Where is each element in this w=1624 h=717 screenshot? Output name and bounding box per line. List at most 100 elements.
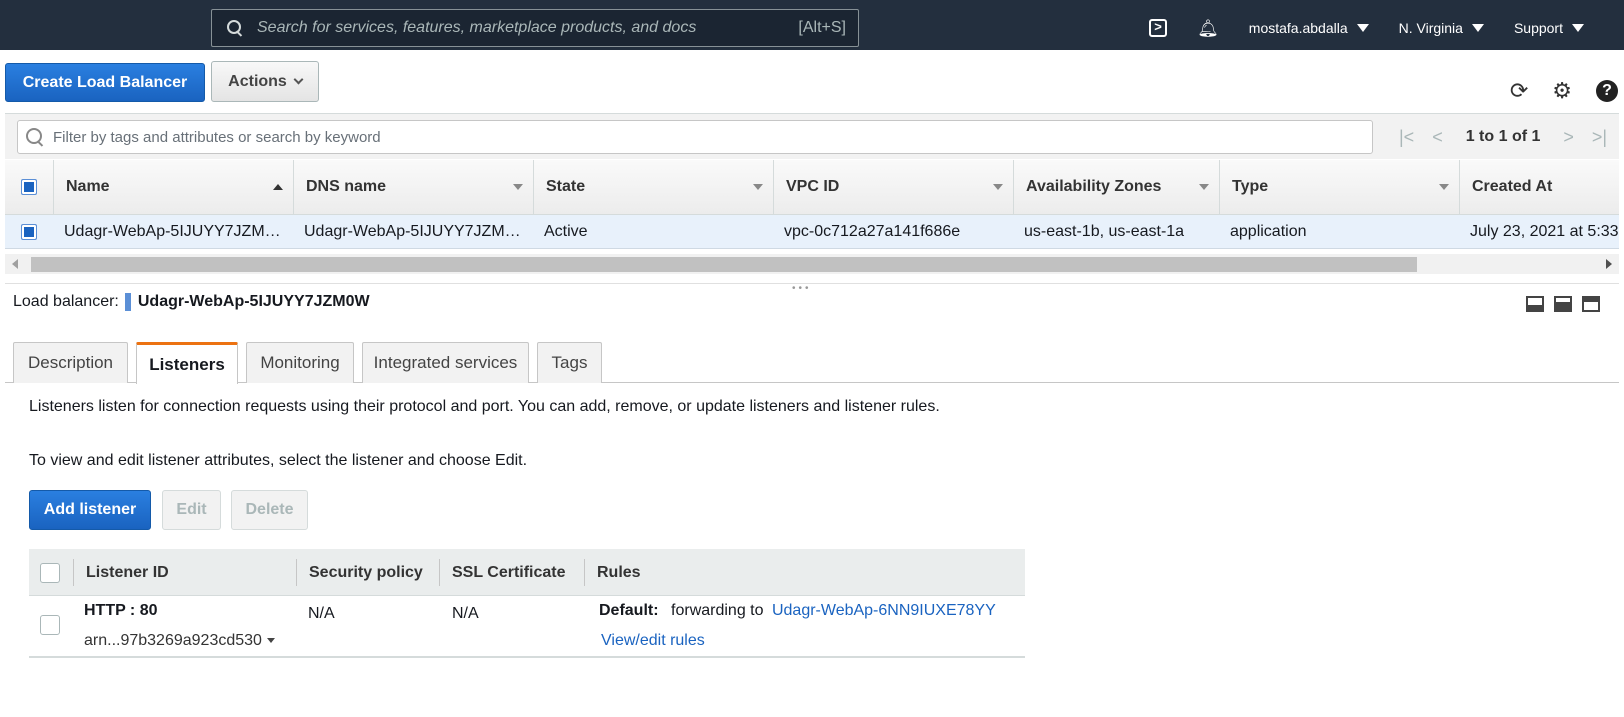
select-all-checkbox[interactable] xyxy=(5,160,53,214)
listeners-info: Listeners listen for connection requests… xyxy=(29,398,940,415)
panel-layout-controls xyxy=(1516,296,1600,312)
detail-tabs: Description Listeners Monitoring Integra… xyxy=(5,342,1619,384)
support-menu[interactable]: Support xyxy=(1514,20,1584,36)
delete-button[interactable]: Delete xyxy=(231,490,308,530)
load-balancer-label: Load balancer: xyxy=(13,293,119,310)
next-page-icon[interactable]: > xyxy=(1563,127,1574,148)
column-header-created[interactable]: Created At xyxy=(1459,160,1619,214)
accent-bar xyxy=(124,293,131,311)
cell-name: Udagr-WebAp-5IJUYY7JZM… xyxy=(64,222,281,240)
view-edit-rules-link[interactable]: View/edit rules xyxy=(601,632,705,650)
tab-monitoring[interactable]: Monitoring xyxy=(246,342,354,383)
listeners-table: Listener ID Security policy SSL Certific… xyxy=(29,549,1025,658)
column-header-vpc[interactable]: VPC ID xyxy=(773,160,1013,214)
panel-medium-icon[interactable] xyxy=(1554,296,1572,312)
cell-type: application xyxy=(1230,222,1307,240)
filter-bar: Filter by tags and attributes or search … xyxy=(5,113,1619,159)
help-icon[interactable]: ? xyxy=(1596,80,1618,102)
checkbox-icon xyxy=(21,223,37,240)
tab-tags[interactable]: Tags xyxy=(537,342,602,383)
actions-dropdown[interactable]: Actions xyxy=(211,61,319,102)
listener-row-checkbox[interactable] xyxy=(40,615,60,635)
create-load-balancer-button[interactable]: Create Load Balancer xyxy=(5,63,205,102)
column-header-type[interactable]: Type xyxy=(1219,160,1459,214)
scroll-right-icon[interactable] xyxy=(1606,259,1612,269)
search-shortcut-hint: [Alt+S] xyxy=(798,19,846,36)
service-search-box[interactable]: Search for services, features, marketpla… xyxy=(211,9,859,47)
forward-text: forwarding to xyxy=(671,602,764,619)
panel-maximize-icon[interactable] xyxy=(1582,296,1600,312)
panel-small-icon[interactable] xyxy=(1526,296,1544,312)
sort-icon xyxy=(753,184,763,190)
region-menu[interactable]: N. Virginia xyxy=(1399,20,1484,36)
caret-down-icon xyxy=(266,638,275,644)
panel-resize-handle[interactable]: ••• xyxy=(0,279,1624,294)
first-page-icon[interactable]: |< xyxy=(1399,127,1414,148)
table-row[interactable]: Udagr-WebAp-5IJUYY7JZM… Udagr-WebAp-5IJU… xyxy=(5,215,1619,249)
bell-icon: 🔔︎ xyxy=(1197,18,1219,38)
sort-icon xyxy=(1199,184,1209,190)
last-page-icon[interactable]: >| xyxy=(1592,127,1607,148)
default-rule-label: Default: xyxy=(599,602,659,619)
nav-right-group: 🔔︎ mostafa.abdalla N. Virginia Support xyxy=(1119,3,1584,53)
sort-ascending-icon xyxy=(273,184,283,190)
column-label: VPC ID xyxy=(786,178,840,195)
support-label: Support xyxy=(1513,20,1563,36)
listener-arn[interactable]: arn...97b3269a923cd530 xyxy=(84,632,275,650)
search-icon xyxy=(227,20,243,36)
scroll-left-icon[interactable] xyxy=(12,259,18,269)
cloudshell-button[interactable] xyxy=(1149,19,1168,37)
column-header-dns[interactable]: DNS name xyxy=(293,160,533,214)
column-header-azs[interactable]: Availability Zones xyxy=(1013,160,1219,214)
sort-icon xyxy=(513,184,523,190)
search-placeholder[interactable]: Search for services, features, marketpla… xyxy=(257,19,798,37)
refresh-icon[interactable]: ⟳ xyxy=(1510,80,1528,102)
drag-dots-icon: ••• xyxy=(792,283,812,294)
select-all-listeners-checkbox[interactable] xyxy=(29,549,73,596)
row-checkbox[interactable] xyxy=(5,215,53,248)
cell-vpc: vpc-0c712a27a141f686e xyxy=(784,222,961,240)
table-row[interactable]: HTTP : 80 arn...97b3269a923cd530 N/A N/A… xyxy=(29,596,1025,658)
cloudshell-icon xyxy=(1149,19,1168,37)
cell-dns: Udagr-WebAp-5IJUYY7JZM… xyxy=(304,222,521,240)
cell-state: Active xyxy=(544,222,588,240)
column-header-state[interactable]: State xyxy=(533,160,773,214)
horizontal-scrollbar[interactable] xyxy=(5,254,1619,274)
actions-label: Actions xyxy=(228,72,287,90)
column-label: Name xyxy=(66,178,110,195)
toolbar-icons: ⟳ ⚙ ? xyxy=(1486,80,1618,102)
column-header-listener-id: Listener ID xyxy=(73,559,326,586)
sort-icon xyxy=(993,184,1003,190)
column-header-security-policy: Security policy xyxy=(296,559,439,586)
cell-azs: us-east-1b, us-east-1a xyxy=(1024,222,1185,240)
column-header-rules: Rules xyxy=(584,559,1025,586)
filter-input[interactable]: Filter by tags and attributes or search … xyxy=(17,120,1373,154)
scrollbar-thumb[interactable] xyxy=(31,257,1417,272)
tab-listeners[interactable]: Listeners xyxy=(136,342,238,384)
column-label: State xyxy=(546,178,586,195)
target-group-link[interactable]: Udagr-WebAp-6NN9IUXE78YY xyxy=(772,602,996,619)
add-listener-button[interactable]: Add listener xyxy=(29,490,151,530)
column-header-name[interactable]: Name xyxy=(53,160,293,214)
selected-load-balancer-title: Load balancer: Udagr-WebAp-5IJUYY7JZM0W xyxy=(13,293,370,311)
tab-description[interactable]: Description xyxy=(13,342,128,383)
pagination: |< < 1 to 1 of 1 > >| xyxy=(1390,120,1616,154)
sort-icon xyxy=(1439,184,1449,190)
previous-page-icon[interactable]: < xyxy=(1432,127,1443,148)
column-label: Availability Zones xyxy=(1026,178,1162,195)
notifications-button[interactable]: 🔔︎ xyxy=(1197,20,1219,37)
tab-integrated-services[interactable]: Integrated services xyxy=(362,342,529,383)
edit-button[interactable]: Edit xyxy=(162,490,221,530)
caret-down-icon xyxy=(1572,24,1584,32)
filter-placeholder[interactable]: Filter by tags and attributes or search … xyxy=(53,129,381,146)
gear-icon[interactable]: ⚙ xyxy=(1552,80,1572,102)
load-balancer-table: Name DNS name State VPC ID Availability … xyxy=(5,160,1619,249)
checkbox-icon xyxy=(40,615,60,635)
security-policy-value: N/A xyxy=(308,605,335,622)
account-menu[interactable]: mostafa.abdalla xyxy=(1249,20,1369,36)
cell-created: July 23, 2021 at 5:33 xyxy=(1470,222,1619,240)
checkbox-icon xyxy=(40,562,60,583)
table-header: Name DNS name State VPC ID Availability … xyxy=(5,160,1619,215)
pagination-count: 1 to 1 of 1 xyxy=(1465,128,1541,145)
checkbox-icon xyxy=(21,179,37,195)
